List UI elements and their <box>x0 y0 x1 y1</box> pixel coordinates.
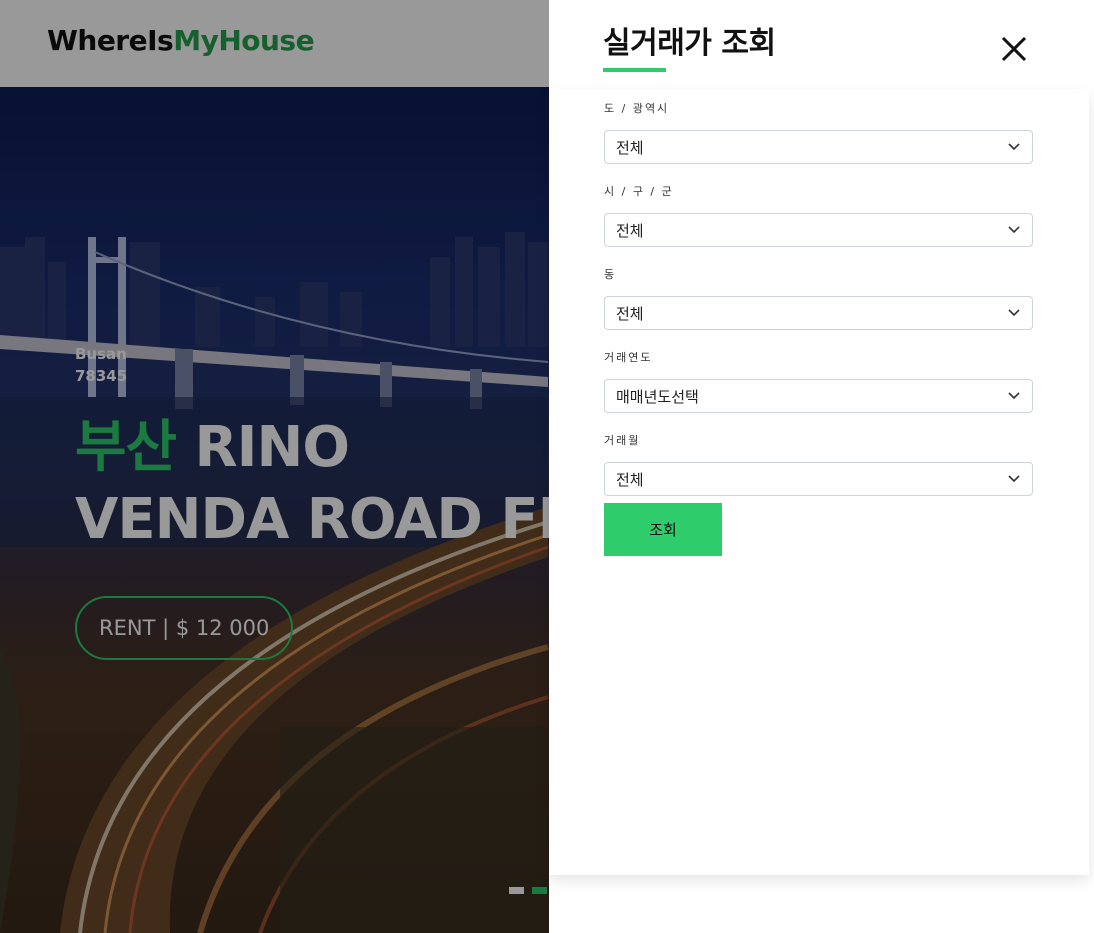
gugun-select[interactable]: 전체 <box>604 213 1033 247</box>
gugun-select-value: 전체 <box>616 221 644 240</box>
month-select[interactable]: 전체 <box>604 462 1033 496</box>
panel-title: 실거래가 조회 <box>603 26 776 61</box>
chevron-down-icon <box>1008 392 1020 400</box>
chevron-down-icon <box>1008 309 1020 317</box>
year-label: 거래연도 <box>604 351 653 364</box>
search-panel: 실거래가 조회 도 / 광역시 전체 시 / 구 / 군 전체 동 전체 거래연… <box>549 0 1094 933</box>
month-select-value: 전체 <box>616 470 644 489</box>
sido-select-value: 전체 <box>616 138 644 157</box>
year-select[interactable]: 매매년도선택 <box>604 379 1033 413</box>
close-button[interactable] <box>998 33 1030 65</box>
year-select-value: 매매년도선택 <box>616 387 699 406</box>
gugun-label: 시 / 구 / 군 <box>604 185 674 198</box>
chevron-down-icon <box>1008 475 1020 483</box>
sido-label: 도 / 광역시 <box>604 102 670 115</box>
title-underline <box>603 68 666 72</box>
chevron-down-icon <box>1008 143 1020 151</box>
dong-select-value: 전체 <box>616 304 644 323</box>
search-submit-button[interactable]: 조회 <box>604 503 722 556</box>
chevron-down-icon <box>1008 226 1020 234</box>
sido-select[interactable]: 전체 <box>604 130 1033 164</box>
dong-select[interactable]: 전체 <box>604 296 1033 330</box>
month-label: 거래월 <box>604 434 641 447</box>
dong-label: 동 <box>604 268 617 281</box>
close-icon <box>1001 36 1027 62</box>
